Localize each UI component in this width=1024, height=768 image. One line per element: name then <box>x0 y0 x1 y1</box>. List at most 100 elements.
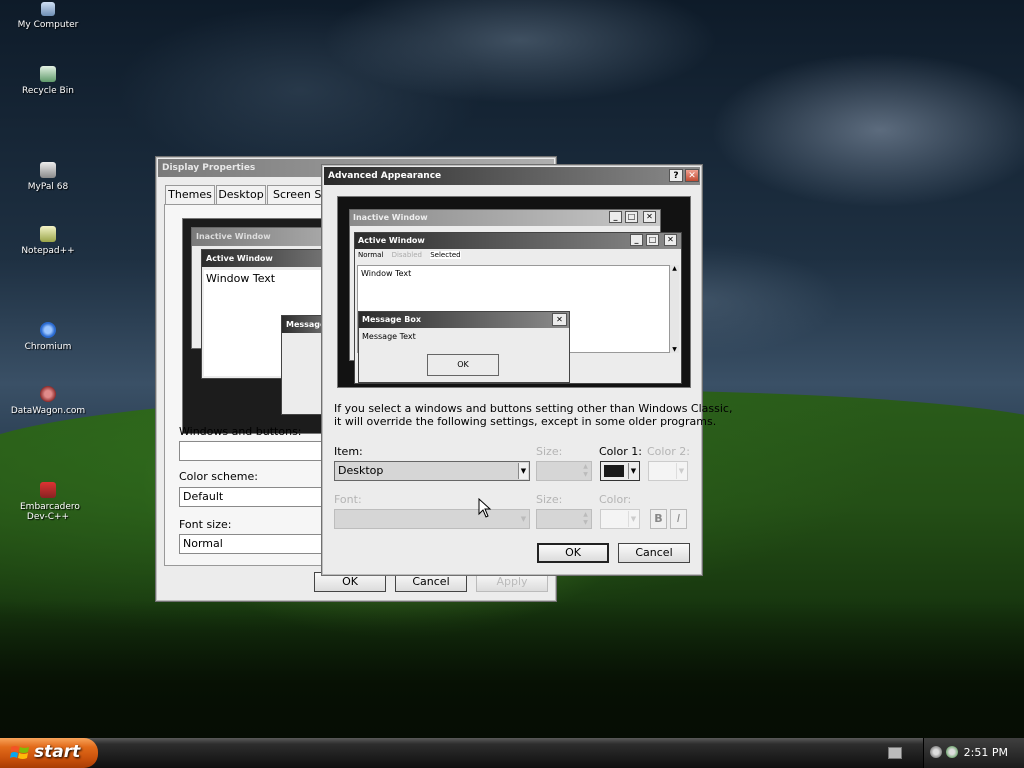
color1-swatch <box>604 465 624 477</box>
font-size-label: Size: <box>536 493 563 506</box>
preview-maximize-icon: □ <box>646 234 659 246</box>
info-text: If you select a windows and buttons sett… <box>334 402 732 428</box>
preview-minimize-icon: _ <box>609 211 622 223</box>
advanced-cancel-button[interactable]: Cancel <box>618 543 690 563</box>
preview-active-title: Active Window <box>202 250 332 267</box>
system-tray: 2:51 PM <box>923 738 1024 768</box>
desktop-icon-notepad-plus-plus[interactable]: Notepad++ <box>8 226 88 256</box>
preview-active-titlebar: Active Window _ □ ✕ <box>355 233 681 249</box>
desktop-icon-datawagon[interactable]: DataWagon.com <box>8 386 88 416</box>
start-button[interactable]: start <box>0 738 98 768</box>
font-label: Font: <box>334 493 362 506</box>
preview-window-text: Window Text <box>361 269 412 278</box>
bold-toggle[interactable]: B <box>650 509 667 529</box>
chevron-down-icon: ▼ <box>628 511 638 527</box>
window-title: Display Properties <box>162 163 256 173</box>
desktop-icon-label: MyPal 68 <box>27 182 69 192</box>
windows-and-buttons-select[interactable] <box>179 441 331 461</box>
advanced-appearance-dialog: Advanced Appearance ? ✕ Inactive Window … <box>321 164 732 576</box>
font-size-label: Font size: <box>179 518 232 531</box>
font-size-select[interactable]: Normal <box>179 534 331 554</box>
info-line-1: If you select a windows and buttons sett… <box>334 402 733 415</box>
advanced-appearance-titlebar[interactable]: Advanced Appearance ? ✕ <box>324 167 700 185</box>
preview-menu-bar: Normal Disabled Selected <box>355 249 681 261</box>
item-size-label: Size: <box>536 445 563 458</box>
advanced-preview[interactable]: Inactive Window _ □ ✕ Active Window _ □ … <box>337 196 691 388</box>
tab-label: Themes <box>168 188 212 201</box>
dialog-title: Advanced Appearance <box>328 171 442 181</box>
mypal-icon <box>40 162 56 178</box>
help-button[interactable]: ? <box>669 169 683 182</box>
notepad-plus-plus-icon <box>40 226 56 242</box>
preview-close-icon: ✕ <box>664 234 677 246</box>
color2-picker[interactable]: ▼ <box>648 461 688 481</box>
item-size-spinner[interactable]: ▲ ▼ <box>536 461 592 481</box>
keyboard-icon[interactable] <box>888 747 902 759</box>
color1-label: Color 1: <box>599 445 642 458</box>
spinner-arrows-icon: ▲ ▼ <box>583 463 588 478</box>
font-color-label: Color: <box>599 493 632 506</box>
color-scheme-select[interactable]: Default <box>179 487 331 507</box>
desktop-icon-recycle-bin[interactable]: Recycle Bin <box>8 66 88 96</box>
chevron-down-icon: ▼ <box>628 463 638 479</box>
chevron-down-icon: ▼ <box>520 515 527 523</box>
desktop-icon-dev-cpp[interactable]: Embarcadero Dev-C++ <box>8 482 88 522</box>
tab-themes[interactable]: Themes <box>165 185 215 205</box>
font-color-picker[interactable]: ▼ <box>600 509 640 529</box>
preview-msgbox-close-icon: ✕ <box>552 313 567 326</box>
preview-menu-normal: Normal <box>358 251 384 259</box>
close-icon: ✕ <box>688 171 696 181</box>
preview-inactive-titlebar: Inactive Window _ □ ✕ <box>350 210 660 226</box>
preview-scrollbar: ▲ ▼ <box>669 265 679 353</box>
italic-icon: I <box>676 512 681 525</box>
computer-icon <box>41 2 55 16</box>
desktop-icon-label: Chromium <box>24 342 72 352</box>
preview-inactive-title: Inactive Window <box>192 228 332 246</box>
tab-desktop[interactable]: Desktop <box>216 185 266 205</box>
bold-icon: B <box>654 512 663 525</box>
preview-maximize-icon: □ <box>625 211 638 223</box>
color2-label: Color 2: <box>647 445 690 458</box>
chromium-icon <box>40 322 56 338</box>
network-icon[interactable] <box>930 746 942 758</box>
desktop-icon-label: Notepad++ <box>21 246 75 256</box>
preview-active-title: Active Window <box>358 236 425 245</box>
preview-message-box: Message Box ✕ Message Text OK <box>358 311 570 383</box>
desktop-icon-label: DataWagon.com <box>10 406 86 416</box>
preview-menu-selected: Selected <box>430 251 461 259</box>
chevron-down-icon: ▼ <box>518 463 528 479</box>
tab-label: Desktop <box>218 188 264 201</box>
item-label: Item: <box>334 445 363 458</box>
dev-cpp-icon <box>40 482 56 498</box>
font-select[interactable]: ▼ <box>334 509 530 529</box>
desktop-icon-chromium[interactable]: Chromium <box>8 322 88 352</box>
taskbar: start 2:51 PM <box>0 738 1024 768</box>
mouse-pointer-icon <box>478 498 492 518</box>
preview-msgbox-text: Message Text <box>362 332 416 341</box>
preview-inactive-title: Inactive Window <box>353 213 428 222</box>
tab-label: Screen Sa <box>273 188 329 201</box>
color-scheme-label: Color scheme: <box>179 470 258 483</box>
advanced-ok-button[interactable]: OK <box>537 543 609 563</box>
datawagon-icon <box>40 386 56 402</box>
preview-message-titlebar: Message Box ✕ <box>359 312 569 328</box>
preview-close-icon: ✕ <box>643 211 656 223</box>
item-select[interactable]: Desktop ▼ <box>334 461 530 481</box>
preview-minimize-icon: _ <box>630 234 643 246</box>
close-button[interactable]: ✕ <box>685 169 699 182</box>
chevron-down-icon: ▼ <box>676 463 686 479</box>
recycle-bin-icon <box>40 66 56 82</box>
spinner-arrows-icon: ▲ ▼ <box>583 511 588 526</box>
foreground-shadow <box>0 600 1024 738</box>
desktop-icon-label: Embarcadero Dev-C++ <box>20 502 80 522</box>
color1-picker[interactable]: ▼ <box>600 461 640 481</box>
windows-logo-icon <box>10 746 29 759</box>
preview-menu-disabled: Disabled <box>391 251 422 259</box>
safely-remove-icon[interactable] <box>946 746 958 758</box>
info-line-2: it will override the following settings,… <box>334 415 717 428</box>
font-size-spinner[interactable]: ▲ ▼ <box>536 509 592 529</box>
clock[interactable]: 2:51 PM <box>964 746 1008 759</box>
desktop-icon-my-computer[interactable]: My Computer <box>8 2 88 30</box>
desktop-icon-mypal[interactable]: MyPal 68 <box>8 162 88 192</box>
italic-toggle[interactable]: I <box>670 509 687 529</box>
